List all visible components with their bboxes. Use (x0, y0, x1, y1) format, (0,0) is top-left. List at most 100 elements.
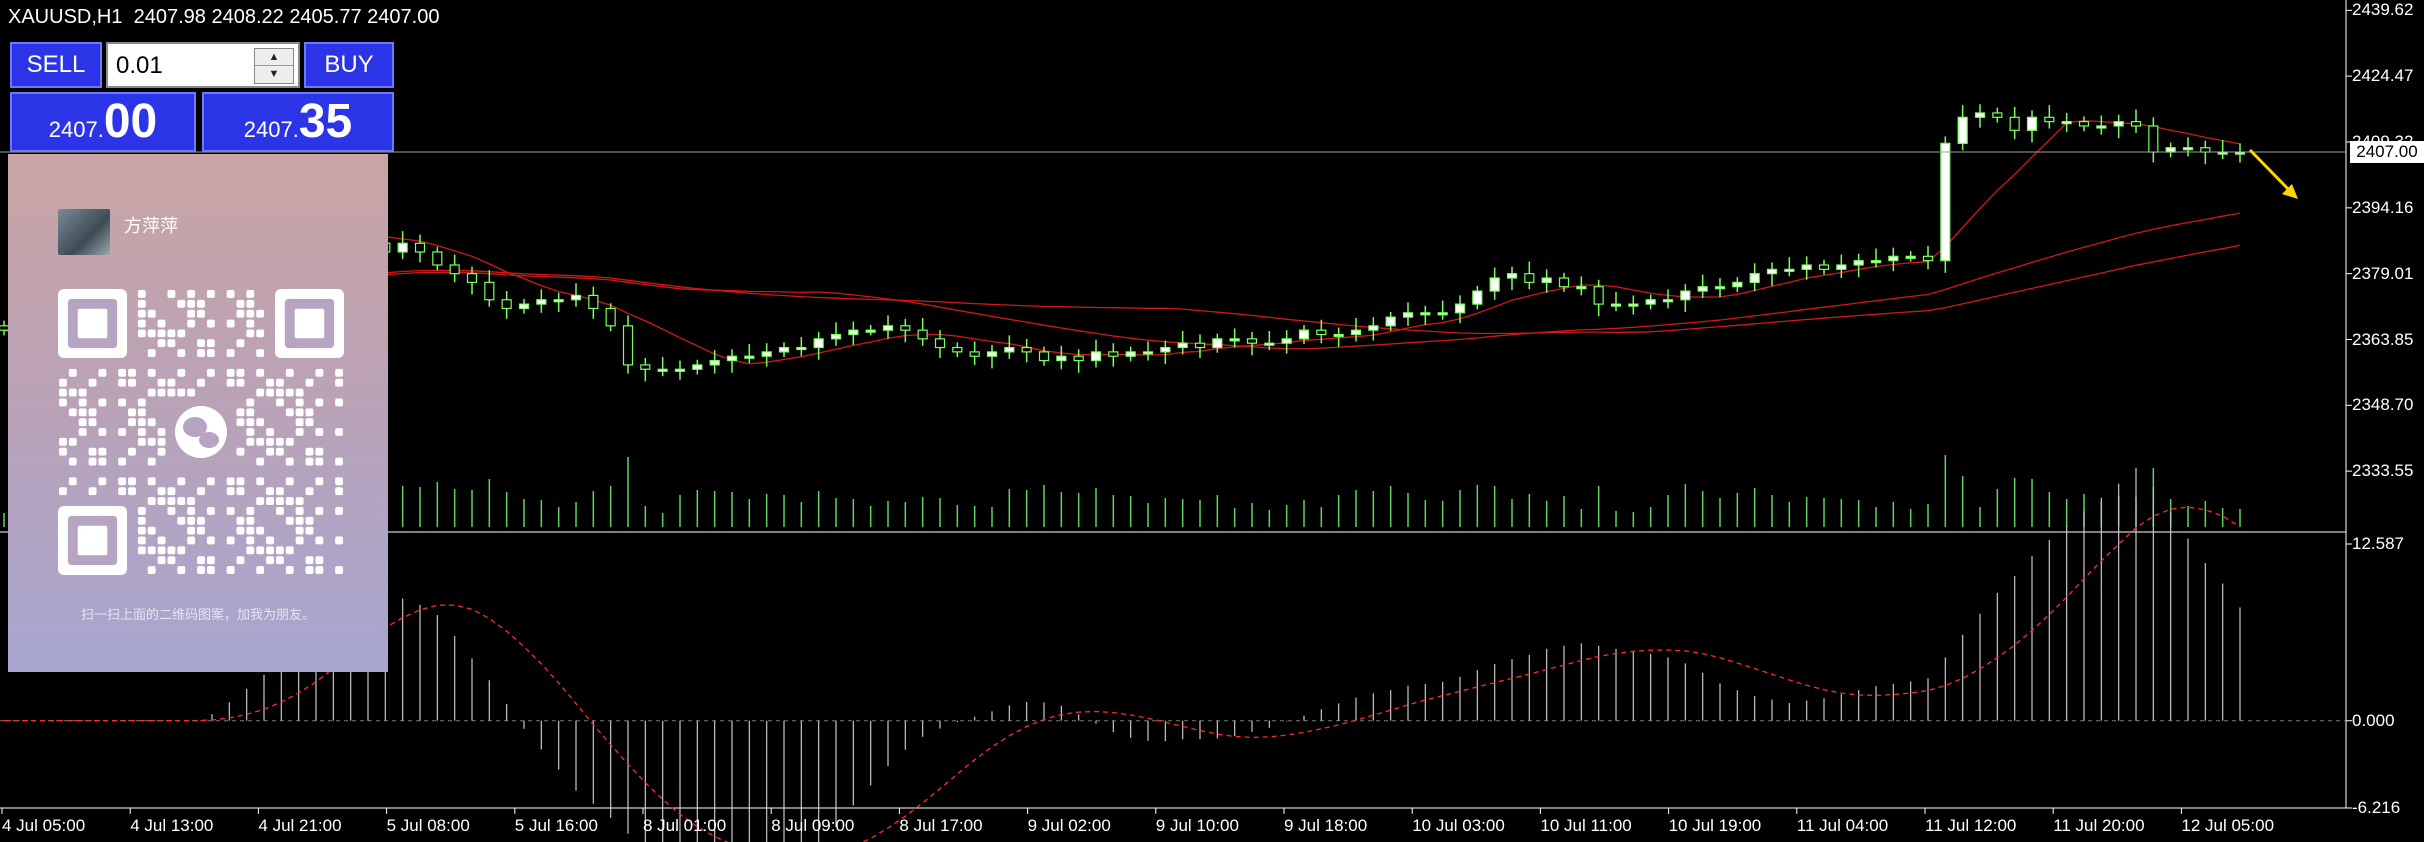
buy-price[interactable]: 2407. 35 (202, 92, 394, 152)
candle-body[interactable] (1870, 260, 1882, 264)
candle-body[interactable] (1350, 329, 1362, 336)
candle-body[interactable] (1576, 286, 1587, 290)
candle-body[interactable] (484, 281, 495, 301)
candle-body[interactable] (1801, 264, 1812, 270)
candle-body[interactable] (761, 351, 772, 357)
candle-body[interactable] (622, 325, 634, 366)
candle-body[interactable] (1264, 342, 1275, 346)
candle-body[interactable] (1229, 338, 1240, 342)
candle-body[interactable] (1420, 312, 1431, 316)
candle-body[interactable] (1506, 273, 1518, 279)
candle-body[interactable] (1593, 286, 1604, 305)
candle-body[interactable] (1541, 277, 1552, 283)
candle-body[interactable] (830, 333, 842, 340)
candle-body[interactable] (1749, 273, 1760, 283)
candle-body[interactable] (1021, 346, 1032, 353)
candle-body[interactable] (1697, 286, 1708, 292)
candle-body[interactable] (2026, 116, 2038, 131)
candle-body[interactable] (640, 364, 651, 370)
candle-body[interactable] (778, 346, 790, 353)
candle-body[interactable] (1732, 281, 1743, 288)
candle-body[interactable] (1316, 329, 1327, 336)
candle-body[interactable] (796, 346, 807, 351)
candle-body[interactable] (518, 303, 530, 310)
sell-price[interactable]: 2407. 00 (10, 92, 196, 152)
candle-body[interactable] (1281, 338, 1292, 344)
candle-body[interactable] (1333, 333, 1344, 338)
lot-size-field[interactable]: ▲ ▼ (106, 42, 300, 88)
candle-body[interactable] (1472, 290, 1483, 305)
candle-body[interactable] (1177, 342, 1188, 349)
candle-body[interactable] (2130, 121, 2142, 127)
candle-body[interactable] (2182, 147, 2194, 151)
candle-body[interactable] (692, 364, 703, 370)
candle-body[interactable] (588, 294, 599, 310)
candle-body[interactable] (934, 338, 946, 349)
candle-body[interactable] (986, 351, 998, 357)
candle-body[interactable] (1194, 342, 1206, 349)
candle-body[interactable] (2165, 147, 2176, 153)
candle-body[interactable] (2078, 121, 2090, 127)
candle-body[interactable] (1402, 312, 1414, 318)
candle-body[interactable] (2009, 116, 2020, 131)
candle-body[interactable] (2200, 147, 2211, 153)
stepper-down-icon[interactable]: ▼ (255, 66, 293, 82)
candle-body[interactable] (414, 242, 426, 253)
candle-body[interactable] (1992, 112, 2003, 118)
candle-body[interactable] (917, 329, 928, 340)
candle-body[interactable] (813, 338, 824, 349)
candle-body[interactable] (1836, 264, 1847, 270)
candle-body[interactable] (1662, 299, 1674, 303)
candle-body[interactable] (657, 368, 668, 372)
candle-body[interactable] (1888, 255, 1899, 262)
lot-size-input[interactable] (114, 50, 248, 82)
candle-body[interactable] (969, 351, 980, 357)
candle-body[interactable] (952, 346, 963, 353)
candle-body[interactable] (1108, 351, 1119, 357)
candle-body[interactable] (1628, 303, 1639, 307)
candle-body[interactable] (865, 329, 876, 333)
candle-body[interactable] (1004, 346, 1015, 353)
candle-body[interactable] (432, 251, 443, 266)
candle-body[interactable] (709, 359, 720, 366)
candle-body[interactable] (1524, 273, 1535, 283)
candle-body[interactable] (1142, 351, 1154, 355)
candle-body[interactable] (900, 325, 911, 331)
candle-body[interactable] (1558, 277, 1570, 288)
lot-stepper[interactable]: ▲ ▼ (254, 48, 294, 84)
candle-body[interactable] (1940, 142, 1951, 262)
candle-body[interactable] (570, 294, 582, 301)
candle-body[interactable] (1853, 260, 1864, 266)
buy-button[interactable]: BUY (304, 42, 394, 88)
candle-body[interactable] (1090, 351, 1102, 362)
candle-body[interactable] (2044, 116, 2055, 123)
candle-body[interactable] (726, 355, 738, 362)
candle-body[interactable] (1680, 290, 1691, 301)
candle-body[interactable] (1645, 299, 1656, 305)
candle-body[interactable] (2148, 125, 2159, 153)
candle-body[interactable] (449, 264, 460, 275)
candle-body[interactable] (1905, 255, 1916, 259)
candle-body[interactable] (1298, 329, 1310, 340)
candle-body[interactable] (553, 299, 564, 303)
candle-body[interactable] (1766, 268, 1778, 275)
candle-body[interactable] (1489, 277, 1500, 292)
candle-body[interactable] (1922, 255, 1934, 262)
candle-body[interactable] (605, 307, 616, 327)
candle-body[interactable] (536, 299, 547, 305)
candle-body[interactable] (1038, 351, 1050, 362)
candle-body[interactable] (674, 368, 686, 372)
candle-body[interactable] (1212, 338, 1223, 349)
candle-body[interactable] (1818, 264, 1830, 270)
candle-body[interactable] (501, 299, 512, 310)
candle-body[interactable] (1368, 325, 1379, 331)
candle-body[interactable] (1714, 286, 1726, 290)
candle-body[interactable] (1454, 303, 1466, 314)
candle-body[interactable] (1957, 116, 1968, 144)
candle-body[interactable] (2113, 121, 2124, 127)
candle-body[interactable] (1437, 312, 1448, 316)
candle-body[interactable] (2061, 121, 2072, 125)
candle-body[interactable] (1974, 112, 1986, 118)
candle-body[interactable] (2096, 125, 2107, 129)
candle-body[interactable] (1610, 303, 1622, 307)
